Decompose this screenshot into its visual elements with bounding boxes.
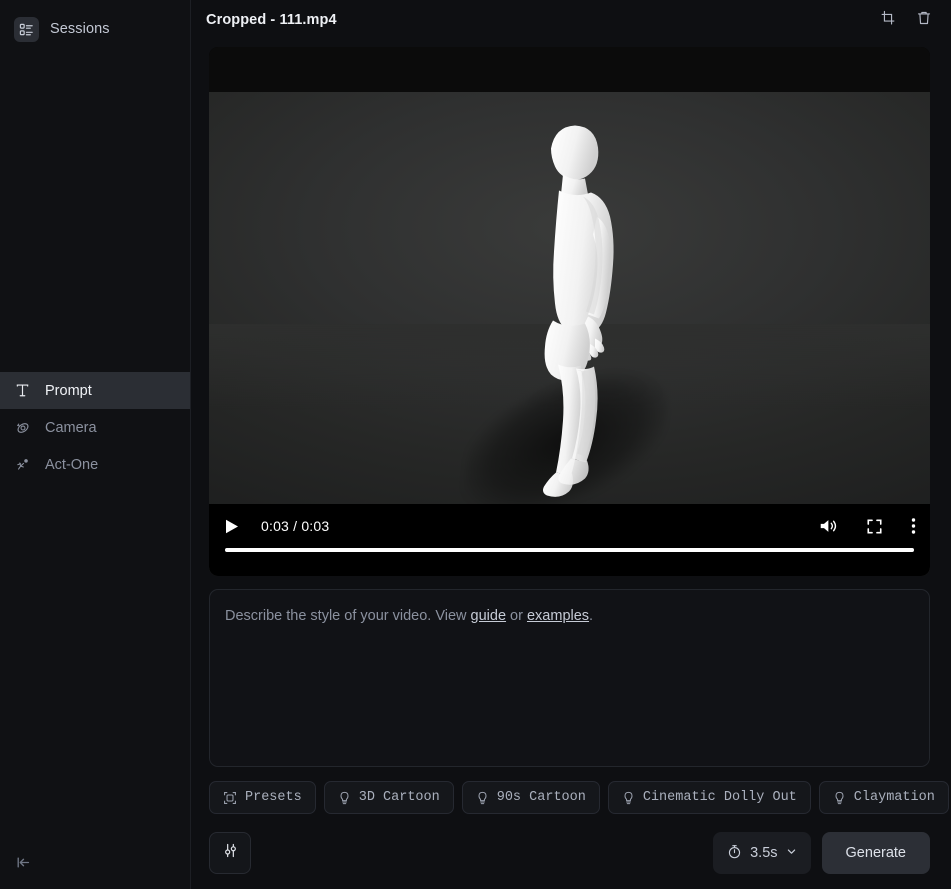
bulb-icon [833, 791, 846, 805]
collapse-sidebar-icon[interactable] [8, 847, 38, 877]
chip-label: Claymation [853, 790, 935, 805]
sidebar-item-act-one[interactable]: Act-One [0, 446, 190, 483]
chip-label: 90s Cartoon [496, 790, 586, 805]
camera-orbit-icon [14, 419, 31, 436]
bulb-icon [622, 791, 635, 805]
chevron-down-icon [786, 845, 797, 861]
delete-button[interactable] [911, 7, 937, 33]
duration-label: 3.5s [750, 845, 778, 861]
prompt-placeholder-prefix: Describe the style of your video. View [225, 608, 471, 624]
video-player[interactable]: 0:03 / 0:03 [209, 47, 930, 576]
bottom-bar-right: 3.5s Generate [713, 832, 930, 874]
video-controls-row: 0:03 / 0:03 [209, 504, 930, 548]
sidebar: Sessions Prompt Camera Act-One [0, 0, 191, 889]
volume-on-icon[interactable] [818, 517, 838, 535]
bulb-icon [338, 791, 351, 805]
bulb-icon [476, 791, 489, 805]
bottom-bar: 3.5s Generate [209, 832, 930, 874]
list-panel-icon [14, 16, 39, 42]
prompt-placeholder-suffix: . [589, 608, 594, 624]
chip-90s-cartoon[interactable]: 90s Cartoon [461, 781, 600, 814]
chip-label: Cinematic Dolly Out [642, 790, 797, 805]
examples-link[interactable]: examples [527, 608, 589, 624]
video-progress-bar[interactable] [225, 548, 914, 552]
video-letterbox-top [209, 47, 930, 92]
mannequin-figure [455, 112, 685, 517]
top-bar-actions [875, 7, 937, 33]
stopwatch-icon [727, 844, 742, 863]
crop-button[interactable] [875, 7, 901, 33]
chip-claymation[interactable]: Claymation [818, 781, 949, 814]
chip-label: Presets [245, 790, 302, 805]
duration-selector[interactable]: 3.5s [713, 832, 811, 874]
prompt-placeholder-or: or [506, 608, 527, 624]
sidebar-item-camera[interactable]: Camera [0, 409, 190, 446]
sidebar-item-label: Camera [45, 419, 97, 436]
crop-icon [880, 10, 896, 31]
play-icon[interactable] [225, 519, 247, 534]
text-t-icon [14, 382, 31, 399]
sidebar-nav: Prompt Camera Act-One [0, 372, 190, 483]
sessions-label: Sessions [50, 21, 110, 37]
more-vertical-icon[interactable] [911, 517, 916, 535]
presets-icon [223, 791, 237, 805]
sliders-icon [222, 842, 239, 864]
chip-presets[interactable]: Presets [209, 781, 316, 814]
prompt-placeholder: Describe the style of your video. View g… [225, 606, 914, 626]
sidebar-item-label: Act-One [45, 456, 99, 473]
trash-icon [916, 10, 932, 31]
chip-3d-cartoon[interactable]: 3D Cartoon [323, 781, 454, 814]
video-controls-right [818, 517, 916, 535]
page-title: Cropped - 111.mp4 [206, 12, 337, 28]
preset-chips-row: Presets 3D Cartoon 90s Cartoon Cinematic… [209, 781, 951, 814]
top-bar: Cropped - 111.mp4 [191, 0, 951, 40]
chip-label: 3D Cartoon [358, 790, 440, 805]
sidebar-item-prompt[interactable]: Prompt [0, 372, 190, 409]
guide-link[interactable]: guide [471, 608, 506, 624]
fullscreen-icon[interactable] [866, 518, 883, 535]
app-root: Sessions Prompt Camera Act-One Cropped -… [0, 0, 951, 889]
video-progress-fill [225, 548, 914, 552]
sidebar-item-label: Prompt [45, 382, 92, 399]
generate-button[interactable]: Generate [821, 832, 930, 874]
video-time-display: 0:03 / 0:03 [261, 518, 330, 534]
prompt-input[interactable]: Describe the style of your video. View g… [209, 589, 930, 767]
act-one-icon [14, 456, 31, 473]
video-controls: 0:03 / 0:03 [209, 504, 930, 576]
main-panel: Cropped - 111.mp4 0:03 / 0:03 Describe t… [191, 0, 951, 889]
settings-button[interactable] [209, 832, 251, 874]
chip-cinematic-dolly-out[interactable]: Cinematic Dolly Out [607, 781, 811, 814]
sessions-button[interactable]: Sessions [0, 0, 190, 58]
